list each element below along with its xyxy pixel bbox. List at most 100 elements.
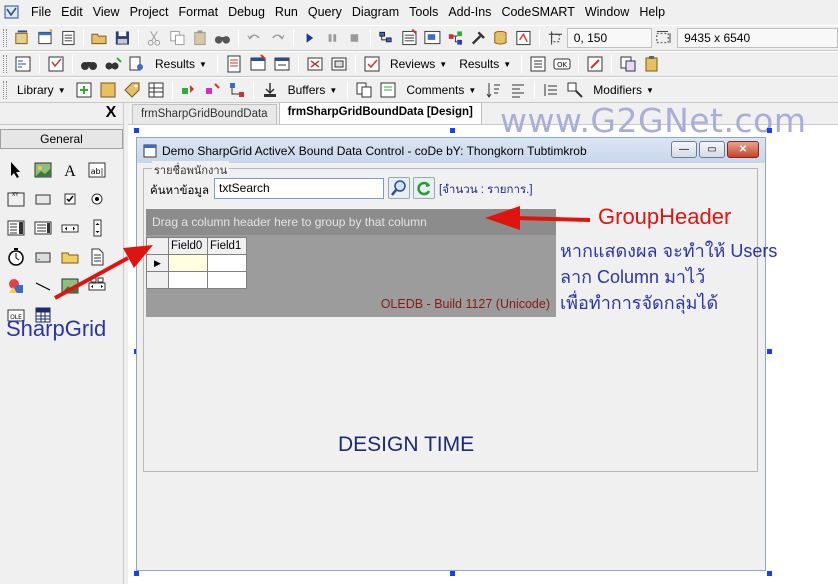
- resize-handle[interactable]: [767, 571, 772, 576]
- library-open-icon[interactable]: [98, 80, 118, 100]
- sharpgrid-control[interactable]: Drag a column header here to group by th…: [146, 209, 556, 317]
- delete-code-icon[interactable]: [305, 54, 325, 74]
- tool-hscrollbar[interactable]: [56, 213, 83, 242]
- menu-query[interactable]: Query: [303, 0, 347, 24]
- menu-format[interactable]: Format: [173, 0, 223, 24]
- search-input[interactable]: txtSearch: [214, 178, 384, 199]
- paste-icon[interactable]: [191, 28, 210, 48]
- minimize-icon[interactable]: —: [671, 141, 697, 158]
- tool-pointer[interactable]: [2, 155, 29, 184]
- tool-frame[interactable]: XY: [2, 184, 29, 213]
- tool-vscrollbar[interactable]: [83, 213, 110, 242]
- binoculars-icon[interactable]: [79, 54, 99, 74]
- comment-block-icon[interactable]: [378, 80, 398, 100]
- row-selector[interactable]: [146, 271, 169, 289]
- add-member-icon[interactable]: [179, 80, 199, 100]
- table-row[interactable]: [146, 271, 247, 289]
- tool-commandbutton[interactable]: [29, 184, 56, 213]
- menu-tools[interactable]: Tools: [404, 0, 443, 24]
- data-view-icon[interactable]: [491, 28, 510, 48]
- menu-file[interactable]: File: [26, 0, 56, 24]
- group-header[interactable]: Drag a column header here to group by th…: [146, 209, 556, 235]
- menu-debug[interactable]: Debug: [223, 0, 270, 24]
- close-icon[interactable]: X: [103, 105, 119, 121]
- add-form-icon[interactable]: [36, 28, 55, 48]
- refresh-button[interactable]: [413, 177, 435, 199]
- save-icon[interactable]: [113, 28, 132, 48]
- end-icon[interactable]: [345, 28, 364, 48]
- tool-drivelistbox[interactable]: [29, 242, 56, 271]
- menu-window[interactable]: Window: [580, 0, 634, 24]
- menu-view[interactable]: View: [88, 0, 125, 24]
- close-window-icon[interactable]: ✕: [727, 141, 759, 158]
- grid-cell[interactable]: [207, 271, 247, 289]
- comments-dropdown[interactable]: Comments ▼: [400, 79, 482, 101]
- resize-handle[interactable]: [450, 128, 455, 133]
- window-icon[interactable]: [329, 54, 349, 74]
- menu-run[interactable]: Run: [270, 0, 303, 24]
- resize-handle[interactable]: [767, 349, 772, 354]
- tool-dirlistbox[interactable]: [56, 242, 83, 271]
- buffers-dropdown[interactable]: Buffers ▼: [282, 79, 344, 101]
- row-selector-icon[interactable]: ▶: [146, 254, 169, 272]
- undo-icon[interactable]: [245, 28, 264, 48]
- tool-filelistbox[interactable]: [83, 242, 110, 271]
- toolbar-grip[interactable]: [3, 81, 7, 99]
- tool-data[interactable]: [83, 271, 110, 300]
- tool-listbox[interactable]: [29, 213, 56, 242]
- tree-icon[interactable]: [227, 80, 247, 100]
- project-explorer-icon[interactable]: [377, 28, 396, 48]
- start-icon[interactable]: [300, 28, 319, 48]
- menu-project[interactable]: Project: [125, 0, 174, 24]
- code-explorer-icon[interactable]: [13, 54, 33, 74]
- grid-cell[interactable]: [207, 254, 247, 272]
- open-folder-icon[interactable]: [90, 28, 109, 48]
- menu-add-ins[interactable]: Add-Ins: [443, 0, 496, 24]
- move-member-icon[interactable]: [203, 80, 223, 100]
- code-review-icon[interactable]: [46, 54, 66, 74]
- results-2-dropdown[interactable]: Results ▼: [453, 53, 517, 75]
- tool-optionbutton[interactable]: [83, 184, 110, 213]
- object-browser-icon[interactable]: [446, 28, 465, 48]
- form-layout-icon[interactable]: [423, 28, 442, 48]
- tool-timer[interactable]: [2, 242, 29, 271]
- toolbar-grip[interactable]: [3, 29, 7, 47]
- search-button[interactable]: [388, 177, 410, 199]
- modifier-icon[interactable]: [565, 80, 585, 100]
- ok-icon[interactable]: OK: [552, 54, 572, 74]
- insert-code-icon[interactable]: [272, 54, 292, 74]
- paste-code-icon[interactable]: [642, 54, 662, 74]
- toolbar-grip[interactable]: [3, 55, 7, 73]
- menu-help[interactable]: Help: [634, 0, 670, 24]
- tab-code[interactable]: frmSharpGridBoundData: [132, 104, 277, 124]
- buffer-icon[interactable]: [260, 80, 280, 100]
- find-icon[interactable]: [213, 28, 232, 48]
- grid-cell[interactable]: [168, 271, 208, 289]
- grid-code-icon[interactable]: [146, 80, 166, 100]
- tool-line[interactable]: [29, 271, 56, 300]
- document-icon[interactable]: [224, 54, 244, 74]
- redo-icon[interactable]: [268, 28, 287, 48]
- menu-diagram[interactable]: Diagram: [347, 0, 404, 24]
- form-designer-window[interactable]: Demo SharpGrid ActiveX Bound Data Contro…: [136, 137, 766, 571]
- insert-procedure-icon[interactable]: [248, 54, 268, 74]
- align-icon[interactable]: [508, 80, 528, 100]
- break-icon[interactable]: [323, 28, 342, 48]
- resize-handle[interactable]: [134, 128, 139, 133]
- copy-code-icon[interactable]: [618, 54, 638, 74]
- results-dropdown[interactable]: Results ▼: [149, 53, 213, 75]
- tool-label[interactable]: A: [56, 155, 83, 184]
- indent-icon[interactable]: [541, 80, 561, 100]
- grid-cell[interactable]: [168, 254, 208, 272]
- menu-codesmart[interactable]: CodeSMART: [496, 0, 579, 24]
- add-project-icon[interactable]: [13, 28, 32, 48]
- toolbox-icon[interactable]: [469, 28, 488, 48]
- resize-handle[interactable]: [134, 571, 139, 576]
- edit-code-icon[interactable]: [585, 54, 605, 74]
- visual-component-manager-icon[interactable]: [514, 28, 533, 48]
- resize-handle[interactable]: [450, 571, 455, 576]
- copy-buffer-icon[interactable]: [354, 80, 374, 100]
- reviews-dropdown[interactable]: Reviews ▼: [384, 53, 453, 75]
- sort-icon[interactable]: [484, 80, 504, 100]
- table-row[interactable]: ▶: [146, 254, 247, 272]
